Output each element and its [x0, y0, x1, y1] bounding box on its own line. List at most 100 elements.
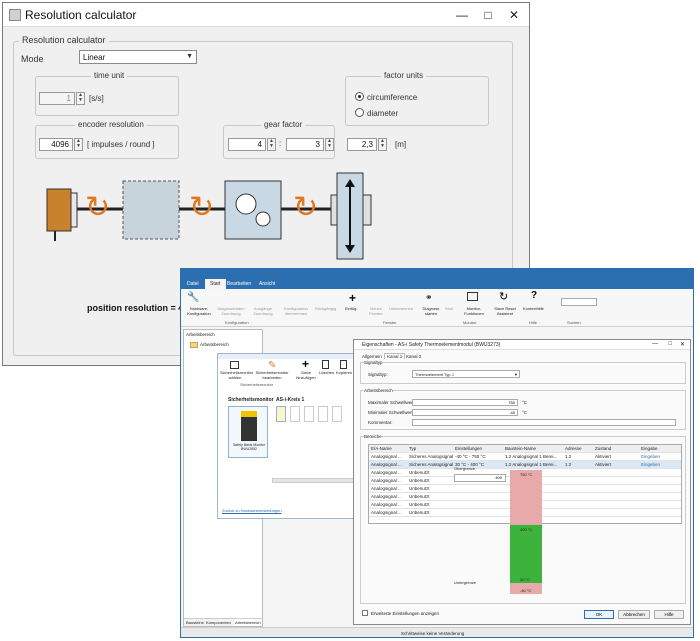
gear-denominator-input[interactable]: 3 [286, 138, 324, 151]
encoder-resolution-input[interactable]: 4096 [39, 138, 73, 151]
ribbon-new-window-button[interactable]: Neues Fenster [365, 306, 387, 316]
table-cell: Unbenutzt [409, 470, 430, 475]
column-header-typ[interactable]: Typ [409, 446, 416, 451]
safety-monitor-device-icon [241, 411, 257, 441]
column-header-settings[interactable]: Einstellungen [455, 446, 482, 451]
temperature-range-bar [510, 470, 542, 594]
copy-button[interactable]: Kopieren [336, 370, 352, 375]
min-threshold-input[interactable]: -40 [412, 409, 518, 416]
column-header-baustein[interactable]: Baustein-Name [505, 446, 536, 451]
max-threshold-input[interactable]: 750 [412, 399, 518, 406]
close-icon[interactable]: ✕ [501, 5, 527, 25]
tab-kanal-1[interactable]: Kanal 1 [384, 353, 406, 359]
table-row[interactable]: Analogsignal ... Sicheres Analogsignal 30 … [369, 461, 681, 469]
horizontal-scrollbar[interactable] [272, 478, 356, 483]
gear-numerator-spinner[interactable]: ▲ ▼ [267, 138, 276, 151]
gear-numerator-input[interactable]: 4 [228, 138, 266, 151]
ribbon-group-monitor: Monitor [463, 320, 477, 325]
signaltyp-select[interactable]: Thermoelement Typ J ▼ [412, 370, 520, 378]
ribbon-konfig-button[interactable]: Konfiguration übernehmen [281, 306, 311, 316]
slave-slot[interactable] [318, 406, 328, 422]
monitor-group-label: Sicherheitsmonitor [240, 382, 274, 387]
left-tabs: Bausteine Komponenten Arbeitsbereich [184, 618, 262, 626]
minimize-icon[interactable]: — [652, 341, 658, 347]
time-unit-input[interactable]: 1 [39, 92, 75, 105]
select-monitor-button[interactable]: Sicherheitsmonitor wählen [220, 370, 253, 380]
signaltyp-value: Thermoelement Typ J [415, 372, 454, 377]
slave-1-icon[interactable] [276, 406, 286, 422]
factor-input[interactable]: 2,3 [347, 138, 377, 151]
menu-ansicht[interactable]: Ansicht [259, 281, 275, 287]
slave-slot[interactable] [304, 406, 314, 422]
add-slave-button[interactable]: Slave hinzufügen [294, 370, 318, 380]
table-cell[interactable]: Eingeben [641, 454, 660, 459]
ribbon-rename-button[interactable]: Umbenennen [389, 306, 413, 311]
tab-kanal-2[interactable]: Kanal 2 [406, 354, 421, 359]
ribbon-hardware-button[interactable]: Hardware-Konfiguration [183, 306, 215, 316]
ribbon-undo-button[interactable]: Rückgängig [315, 306, 336, 311]
help-button[interactable]: Hilfe [654, 610, 684, 619]
gear-denominator-spinner[interactable]: ▲ ▼ [325, 138, 334, 151]
time-unit-spinner[interactable]: ▲ ▼ [76, 92, 85, 105]
upper-limit-input[interactable]: 400 [454, 474, 506, 482]
ribbon-monitor-button[interactable]: Monitor-Funktionen [459, 306, 489, 316]
ribbon-slave-reset-button[interactable]: Slave Reset Assistent [491, 306, 519, 316]
table-cell: Unbenutzt [409, 486, 430, 491]
ribbon-ausgaenge-button[interactable]: Ausgänge Zuordnung [249, 306, 277, 316]
factor-spinner[interactable]: ▲ ▼ [378, 138, 387, 151]
ribbon-insert-button[interactable]: Einfüg. [345, 306, 357, 311]
table-row[interactable]: Analogsignal ... Sicheres Analogsignal -40… [369, 453, 681, 461]
table-cell: 1.2 [565, 462, 572, 467]
back-to-hardware-link[interactable]: Zurück zu Hardwareeinstellungen [222, 508, 282, 513]
cancel-button[interactable]: Abbrechen [618, 610, 650, 619]
table-cell[interactable]: Eingeben [641, 462, 660, 467]
close-icon[interactable]: ✕ [680, 341, 685, 348]
min-threshold-label: Minimaler Schwellwert: [368, 410, 415, 415]
search-input[interactable] [561, 298, 597, 306]
comment-input[interactable] [412, 419, 676, 426]
ribbon-stop-button[interactable]: Stoll [445, 306, 453, 311]
edit-monitor-button[interactable]: Sicherheitsmonitor bearbeiten [254, 370, 290, 380]
monitor-window: Sicherheitsmonitor wählen ✎ Sicherheitsm… [217, 353, 357, 519]
dialog-title: Eigenschaften - AS-i Safety Thermoelemen… [362, 342, 501, 348]
delete-button[interactable]: Löschen [319, 370, 334, 375]
ribbon-diagnose-button[interactable]: Diagnosedaten Zuordnung [217, 306, 245, 316]
table-cell: Sicheres Analogsignal [409, 454, 454, 459]
monitor-device-card[interactable]: Safety Basis Monitor BWU2852 [228, 406, 268, 458]
tab-komponenten[interactable]: Komponenten [206, 620, 231, 625]
menu-bearbeiten[interactable]: Bearbeiten [227, 281, 251, 287]
tree-item-arbeitsbereich[interactable]: Arbeitsbereich [200, 342, 229, 347]
advanced-settings-checkbox[interactable] [362, 610, 368, 616]
tab-arbeitsbereich[interactable]: Arbeitsbereich [234, 619, 262, 626]
resolution-group-label: Resolution calculator [19, 35, 109, 45]
ribbon-diagnose-start-button[interactable]: Diagnose starten [419, 306, 443, 316]
tab-bausteine[interactable]: Bausteine [186, 620, 204, 625]
ribbon-group-hilfe: Hilfe [529, 320, 538, 325]
factor-unit: [m] [395, 140, 407, 149]
slave-slot[interactable] [332, 406, 342, 422]
minimize-icon[interactable]: — [449, 5, 475, 25]
menu-start[interactable]: Start [205, 279, 226, 289]
motor-icon [46, 188, 72, 232]
circumference-radio[interactable] [355, 92, 364, 101]
column-header-eingabe[interactable]: Eingabe [641, 446, 658, 451]
min-threshold-unit: °C [522, 410, 528, 415]
tab-allgemein[interactable]: Allgemein [362, 354, 382, 359]
ribbon-context-help-button[interactable]: Kontexthilfe [523, 306, 544, 311]
help-icon: ? [531, 290, 538, 301]
lower-limit-label: Untergrenze [454, 580, 477, 585]
bar-label-750: 750 °C [520, 472, 533, 477]
table-cell: 1.2 [565, 454, 572, 459]
ok-button[interactable]: OK [584, 610, 614, 619]
maximize-icon[interactable]: □ [668, 341, 672, 347]
encoder-resolution-spinner[interactable]: ▲ ▼ [74, 138, 83, 151]
column-header-name[interactable]: E/A-Name [371, 446, 392, 451]
column-header-zustand[interactable]: Zustand [595, 446, 611, 451]
maximize-icon[interactable]: □ [475, 5, 501, 25]
menu-datei[interactable]: Datei [187, 281, 199, 287]
slave-slot[interactable] [290, 406, 300, 422]
mode-select[interactable]: Linear ▼ [79, 50, 197, 64]
diameter-radio[interactable] [355, 108, 364, 117]
signaltyp-group-label: Signaltyp [364, 360, 383, 365]
column-header-adresse[interactable]: Adresse [565, 446, 582, 451]
